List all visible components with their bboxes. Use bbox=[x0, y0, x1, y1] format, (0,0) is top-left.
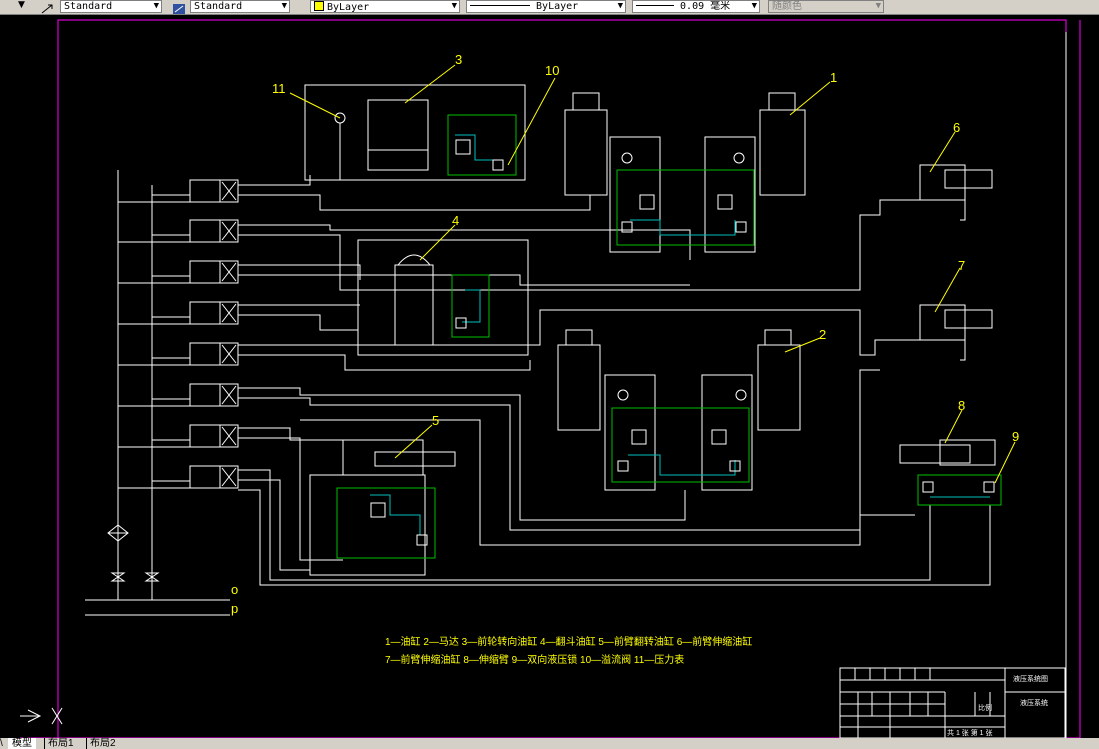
valve-branches bbox=[118, 194, 190, 489]
tab-layout-1[interactable]: 布局1 bbox=[44, 738, 77, 749]
title-block-scale: 比例 bbox=[978, 703, 992, 712]
title-block-title: 液压系统图 bbox=[1013, 674, 1048, 683]
cyan-lines bbox=[370, 134, 990, 535]
chevron-down-icon: ▼ bbox=[153, 1, 159, 11]
label-10: 10 bbox=[545, 63, 559, 78]
chevron-down-icon: ▼ bbox=[451, 1, 457, 11]
cylinder-5-rod bbox=[374, 451, 456, 467]
valve-stack bbox=[189, 179, 239, 489]
tab-layout-2[interactable]: 布局2 bbox=[86, 738, 119, 749]
ucs-icon bbox=[20, 707, 63, 725]
cylinder-3 bbox=[367, 99, 429, 171]
pipes bbox=[238, 175, 991, 586]
chevron-down-icon: ▼ bbox=[281, 1, 287, 11]
dim-style-select[interactable]: Standard ▼ bbox=[190, 0, 290, 13]
cylinder-4 bbox=[394, 264, 434, 346]
color-swatch-icon bbox=[314, 1, 324, 11]
cylinder-8 bbox=[899, 444, 971, 464]
hydraulic-circuit bbox=[85, 84, 996, 616]
label-5: 5 bbox=[432, 413, 439, 428]
cylinder-3-frame bbox=[304, 84, 526, 181]
title-block-drawing-name: 液压系统 bbox=[1020, 698, 1048, 707]
chevron-down-icon: ▼ bbox=[617, 1, 623, 11]
label-9: 9 bbox=[1012, 429, 1019, 444]
label-8: 8 bbox=[958, 398, 965, 413]
dropdown-arrow-icon[interactable]: ▼ bbox=[18, 0, 32, 12]
label-3: 3 bbox=[455, 52, 462, 67]
label-4: 4 bbox=[452, 213, 459, 228]
chevron-down-icon: ▼ bbox=[751, 1, 757, 11]
cylinder-5-body bbox=[342, 439, 424, 476]
legend-line-2: 7—前臂伸缩油缸 8—伸缩臂 9—双向液压锁 10—溢流阀 11—压力表 bbox=[385, 653, 684, 666]
label-2: 2 bbox=[819, 327, 826, 342]
cylinder-4-frame bbox=[357, 239, 529, 356]
tab-nav-arrow[interactable]: \ bbox=[0, 738, 8, 749]
label-1: 1 bbox=[830, 70, 837, 85]
label-p: p bbox=[231, 601, 238, 616]
text-style-icon[interactable] bbox=[40, 0, 54, 14]
title-block-text: 液压系统图 液压系统 比例 共 1 张 第 1 张 bbox=[947, 674, 1048, 737]
motor-1a bbox=[564, 109, 608, 196]
linetype-select[interactable]: ByLayer ▼ bbox=[466, 0, 626, 13]
small-valves bbox=[370, 139, 995, 546]
motor-1-valve-block bbox=[616, 169, 755, 246]
hydraulic-lock-9 bbox=[917, 474, 1002, 506]
drawing-canvas[interactable]: 3 10 11 1 4 5 6 7 2 8 9 o p 1—油缸 2—马达 3—… bbox=[0, 15, 1099, 738]
layer-color-select[interactable]: ByLayer ▼ bbox=[310, 0, 460, 13]
motor-2b bbox=[757, 344, 801, 431]
label-6: 6 bbox=[953, 120, 960, 135]
plot-style-select[interactable]: 随颜色 ▼ bbox=[768, 0, 884, 13]
dim-style-icon[interactable] bbox=[172, 0, 186, 14]
properties-toolbar: ▼ Standard ▼ Standard ▼ ByLayer ▼ ByLayer ▼ … bbox=[0, 0, 1099, 15]
legend-line-1: 1—油缸 2—马达 3—前轮转向油缸 4—翻斗油缸 5—前臂翻转油缸 6—前臂伸… bbox=[385, 635, 752, 648]
linetype-preview-icon bbox=[470, 5, 530, 6]
layout-border bbox=[57, 19, 1067, 738]
valve-blocks bbox=[336, 114, 1002, 559]
label-o: o bbox=[231, 582, 238, 597]
part-labels: 3 10 11 1 4 5 6 7 2 8 9 o p 1—油缸 2—马达 3—… bbox=[231, 52, 1019, 666]
title-block-sheets: 共 1 张 第 1 张 bbox=[947, 728, 993, 737]
text-style-select[interactable]: Standard ▼ bbox=[60, 0, 162, 13]
motor-2a bbox=[557, 344, 601, 431]
label-11: 11 bbox=[272, 81, 286, 96]
motor-2-valve-block bbox=[611, 407, 750, 483]
chevron-down-icon: ▼ bbox=[875, 1, 881, 11]
lineweight-preview-icon bbox=[636, 5, 674, 6]
layout-tabs: \ 模型 布局1 布局2 bbox=[0, 738, 1099, 749]
tab-model[interactable]: 模型 bbox=[8, 738, 36, 749]
relief-valve-10-block bbox=[447, 114, 517, 176]
motor-1b bbox=[759, 109, 806, 196]
lineweight-select[interactable]: 0.09 毫米 ▼ bbox=[632, 0, 760, 13]
label-7: 7 bbox=[958, 258, 965, 273]
